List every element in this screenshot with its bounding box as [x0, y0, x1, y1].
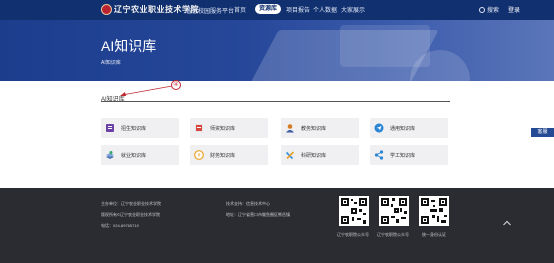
- book-icon: [106, 151, 114, 159]
- search-label: 搜索: [487, 8, 500, 14]
- folder-icon: [195, 124, 203, 132]
- search-icon: [479, 6, 485, 13]
- card-label: 科研知识库: [301, 153, 327, 159]
- nav-item-showcase[interactable]: 大家展示: [341, 5, 365, 14]
- top-nav: 辽宁农业职业技术学院 智慧校园服务平台 首页 资源库 项目报告 个人数据 大家展…: [0, 0, 554, 20]
- qr-caption: 统一身份认证: [422, 232, 446, 237]
- customer-service-tab[interactable]: 客服: [531, 128, 554, 137]
- qr-caption: 辽宁农职院公众号: [337, 232, 369, 237]
- card-faculty-kb[interactable]: 师资知识库: [190, 118, 268, 138]
- card-student-affairs-kb[interactable]: 学工知识库: [370, 145, 448, 165]
- qr-caption: 辽宁农职院公众号: [377, 232, 409, 237]
- card-research-kb[interactable]: 科研知识库: [281, 145, 359, 165]
- card-label: 就业知识库: [121, 153, 147, 159]
- send-icon: [374, 123, 384, 133]
- card-label: 学工知识库: [390, 153, 416, 159]
- qr-code-icon: [339, 196, 369, 226]
- footer-phone: 电话：024-89765710: [101, 223, 139, 228]
- card-label: 招生知识库: [121, 126, 147, 132]
- section-divider: [101, 101, 450, 102]
- footer-host: 主办单位：辽宁农业职业技术学院: [101, 201, 161, 206]
- footer-address: 地址：辽宁省营口市鲅鱼圈区熊岳镇: [226, 212, 290, 217]
- annotation-arrow-icon: [120, 85, 173, 96]
- coin-icon: ¥: [194, 150, 204, 160]
- nav-item-project[interactable]: 项目报告: [286, 5, 310, 14]
- nav-item-resource-active[interactable]: 资源库: [255, 4, 282, 14]
- card-admission-kb[interactable]: 招生知识库: [101, 118, 179, 138]
- card-label: 财务知识库: [210, 153, 236, 159]
- user-icon: [286, 124, 294, 133]
- page-title: AI知识库: [101, 38, 157, 54]
- card-general-kb[interactable]: 通用知识库: [370, 118, 448, 138]
- tools-icon: [285, 151, 295, 160]
- svg-text:¥: ¥: [197, 153, 200, 159]
- card-finance-kb[interactable]: ¥ 财务知识库: [190, 145, 268, 165]
- document-icon: [106, 124, 114, 132]
- school-logo-icon[interactable]: [101, 4, 112, 15]
- search-button[interactable]: 搜索: [479, 5, 499, 14]
- card-employment-kb[interactable]: 就业知识库: [101, 145, 179, 165]
- card-label: 通用知识库: [390, 126, 416, 132]
- qr-code-icon: [379, 196, 409, 226]
- card-label: 师资知识库: [210, 126, 236, 132]
- footer-copyright: 版权所有©辽宁农业职业技术学院: [101, 212, 160, 217]
- page-banner: AI知识库 AI知识库: [0, 20, 554, 81]
- breadcrumb[interactable]: AI知识库: [101, 59, 121, 66]
- platform-subtitle: 智慧校园服务平台: [186, 9, 235, 15]
- login-link[interactable]: 登录: [508, 5, 520, 14]
- nav-item-personal[interactable]: 个人数据: [313, 5, 337, 14]
- card-label: 教务知识库: [301, 126, 327, 132]
- share-icon: [374, 150, 384, 160]
- footer: [0, 188, 554, 263]
- card-academic-kb[interactable]: 教务知识库: [281, 118, 359, 138]
- footer-tech-support: 技术支持：信息技术中心: [226, 201, 270, 206]
- back-to-top-icon[interactable]: [502, 218, 512, 228]
- qr-code-icon: [419, 196, 449, 226]
- nav-item-home[interactable]: 首页: [234, 5, 246, 14]
